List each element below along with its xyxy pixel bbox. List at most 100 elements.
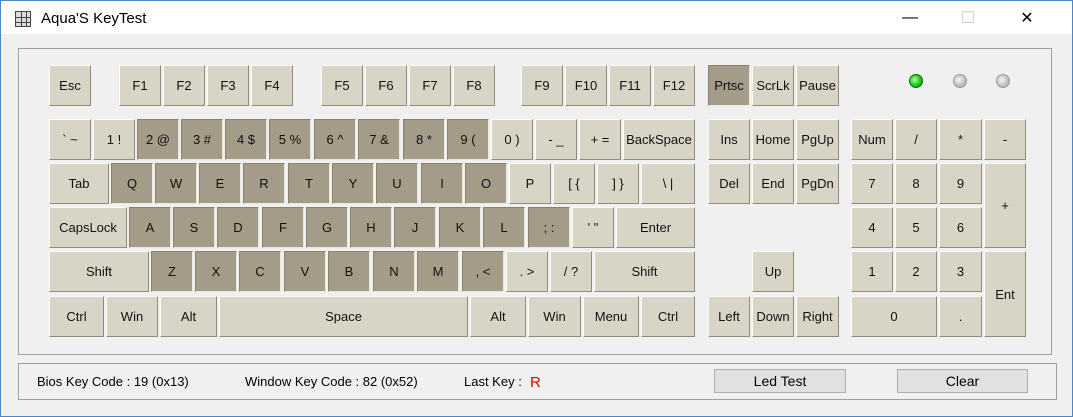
- key-home[interactable]: Home: [752, 119, 794, 160]
- key-backspace[interactable]: BackSpace: [623, 119, 695, 160]
- key-f9[interactable]: F9: [521, 65, 563, 106]
- key-f8[interactable]: F8: [453, 65, 495, 106]
- key-grave[interactable]: ` ~: [49, 119, 91, 160]
- key-h[interactable]: H: [350, 207, 392, 248]
- key-numpad-7[interactable]: 7: [851, 163, 893, 204]
- key-minus[interactable]: - _: [535, 119, 577, 160]
- key-a[interactable]: A: [129, 207, 171, 248]
- key-numpad-2[interactable]: 2: [895, 251, 937, 292]
- key-down[interactable]: Down: [752, 296, 794, 337]
- key-v[interactable]: V: [284, 251, 326, 292]
- key-del[interactable]: Del: [708, 163, 750, 204]
- key-2[interactable]: 2 @: [137, 119, 179, 160]
- key-m[interactable]: M: [417, 251, 459, 292]
- key-esc[interactable]: Esc: [49, 65, 91, 106]
- key-ins[interactable]: Ins: [708, 119, 750, 160]
- key-up[interactable]: Up: [752, 251, 794, 292]
- key-numpad-plus[interactable]: +: [984, 163, 1026, 248]
- key-semicolon[interactable]: ; :: [528, 207, 570, 248]
- key-numpad-9[interactable]: 9: [939, 163, 982, 204]
- key-f3[interactable]: F3: [207, 65, 249, 106]
- key-quote[interactable]: ' ": [572, 207, 614, 248]
- key-tab[interactable]: Tab: [49, 163, 109, 204]
- key-left[interactable]: Left: [708, 296, 750, 337]
- key-left-alt[interactable]: Alt: [160, 296, 217, 337]
- key-i[interactable]: I: [421, 163, 463, 204]
- key-f1[interactable]: F1: [119, 65, 161, 106]
- key-t[interactable]: T: [288, 163, 330, 204]
- key-u[interactable]: U: [376, 163, 418, 204]
- key-pgdn[interactable]: PgDn: [796, 163, 839, 204]
- key-left-bracket[interactable]: [ {: [553, 163, 595, 204]
- key-f10[interactable]: F10: [565, 65, 607, 106]
- key-f[interactable]: F: [262, 207, 304, 248]
- key-backslash[interactable]: \ |: [641, 163, 695, 204]
- key-end[interactable]: End: [752, 163, 794, 204]
- key-pause[interactable]: Pause: [796, 65, 839, 106]
- key-f4[interactable]: F4: [251, 65, 293, 106]
- key-slash[interactable]: / ?: [550, 251, 592, 292]
- key-0[interactable]: 0 ): [491, 119, 533, 160]
- key-comma[interactable]: , <: [462, 251, 504, 292]
- key-6[interactable]: 6 ^: [314, 119, 356, 160]
- key-enter[interactable]: Enter: [616, 207, 695, 248]
- minimize-button[interactable]: —: [887, 1, 933, 34]
- key-menu[interactable]: Menu: [583, 296, 639, 337]
- key-scrlk[interactable]: ScrLk: [752, 65, 794, 106]
- key-left-win[interactable]: Win: [106, 296, 158, 337]
- key-b[interactable]: B: [328, 251, 370, 292]
- key-5[interactable]: 5 %: [269, 119, 311, 160]
- key-w[interactable]: W: [155, 163, 197, 204]
- key-k[interactable]: K: [439, 207, 481, 248]
- key-f11[interactable]: F11: [609, 65, 651, 106]
- key-s[interactable]: S: [173, 207, 215, 248]
- key-numpad-5[interactable]: 5: [895, 207, 937, 248]
- key-right-ctrl[interactable]: Ctrl: [641, 296, 695, 337]
- key-capslock[interactable]: CapsLock: [49, 207, 127, 248]
- key-equals[interactable]: + =: [579, 119, 621, 160]
- key-p[interactable]: P: [509, 163, 551, 204]
- key-f12[interactable]: F12: [653, 65, 695, 106]
- key-f7[interactable]: F7: [409, 65, 451, 106]
- key-r[interactable]: R: [243, 163, 285, 204]
- key-pgup[interactable]: PgUp: [796, 119, 839, 160]
- key-7[interactable]: 7 &: [358, 119, 400, 160]
- key-o[interactable]: O: [465, 163, 507, 204]
- key-left-ctrl[interactable]: Ctrl: [49, 296, 104, 337]
- key-numpad-slash[interactable]: /: [895, 119, 937, 160]
- key-numpad-6[interactable]: 6: [939, 207, 982, 248]
- key-numpad-minus[interactable]: -: [984, 119, 1026, 160]
- key-q[interactable]: Q: [111, 163, 153, 204]
- key-numpad-3[interactable]: 3: [939, 251, 982, 292]
- key-numlock[interactable]: Num: [851, 119, 893, 160]
- key-c[interactable]: C: [239, 251, 281, 292]
- key-4[interactable]: 4 $: [225, 119, 267, 160]
- key-g[interactable]: G: [306, 207, 348, 248]
- key-f5[interactable]: F5: [321, 65, 363, 106]
- key-9[interactable]: 9 (: [447, 119, 489, 160]
- key-z[interactable]: Z: [151, 251, 193, 292]
- key-space[interactable]: Space: [219, 296, 468, 337]
- key-d[interactable]: D: [217, 207, 259, 248]
- key-numpad-enter[interactable]: Ent: [984, 251, 1026, 337]
- key-numpad-8[interactable]: 8: [895, 163, 937, 204]
- key-right-win[interactable]: Win: [528, 296, 581, 337]
- key-f2[interactable]: F2: [163, 65, 205, 106]
- close-button[interactable]: ✕: [1004, 1, 1050, 34]
- key-period[interactable]: . >: [506, 251, 548, 292]
- key-f6[interactable]: F6: [365, 65, 407, 106]
- key-right[interactable]: Right: [796, 296, 839, 337]
- key-3[interactable]: 3 #: [181, 119, 223, 160]
- key-y[interactable]: Y: [332, 163, 374, 204]
- key-numpad-dot[interactable]: .: [939, 296, 982, 337]
- key-l[interactable]: L: [483, 207, 525, 248]
- led-test-button[interactable]: Led Test: [714, 369, 846, 393]
- key-numpad-4[interactable]: 4: [851, 207, 893, 248]
- key-numpad-star[interactable]: *: [939, 119, 982, 160]
- clear-button[interactable]: Clear: [897, 369, 1028, 393]
- key-e[interactable]: E: [199, 163, 241, 204]
- key-right-alt[interactable]: Alt: [470, 296, 526, 337]
- key-n[interactable]: N: [373, 251, 415, 292]
- key-prtsc[interactable]: Prtsc: [708, 65, 750, 106]
- key-j[interactable]: J: [394, 207, 436, 248]
